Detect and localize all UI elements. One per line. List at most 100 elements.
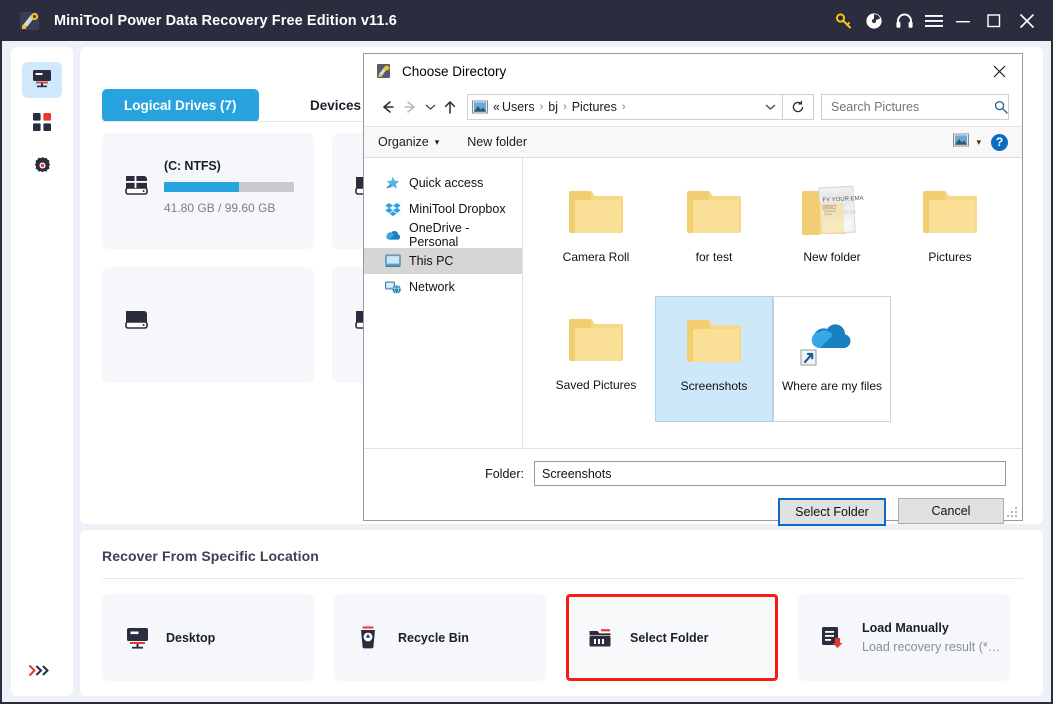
file-item-camera-roll[interactable]: Camera Roll [537,168,655,294]
nav-item-label: Network [409,280,455,294]
folder-icon [919,174,981,249]
nav-item-network[interactable]: Network [364,274,522,300]
file-list-pane: Camera Roll for test FY YOUR EMA e With … [523,158,1022,448]
help-button[interactable]: ? [991,133,1008,151]
back-arrow-icon[interactable] [377,95,399,119]
app-title: MiniTool Power Data Recovery Free Editio… [54,12,397,29]
drive-card[interactable] [102,267,314,383]
hard-drive-partition-icon [122,173,152,204]
pictures-folder-icon [472,100,488,114]
navigation-pane: Quick access MiniTool Dropbox OneDrive -… [364,158,523,448]
disc-icon[interactable] [859,0,889,41]
close-icon[interactable] [1009,0,1045,41]
location-title: Load Manually [862,621,949,635]
cancel-button[interactable]: Cancel [898,498,1004,524]
file-item-pictures[interactable]: Pictures [891,168,1009,294]
section-title: Recover From Specific Location [102,548,319,564]
breadcrumb-item-users[interactable]: Users [502,100,535,114]
file-label: New folder [803,250,861,264]
file-label: Where are my files [781,379,883,393]
view-mode-chevron-down-icon: ▾ [976,136,981,147]
nav-item-onedrive[interactable]: OneDrive - Personal [364,221,522,249]
choose-directory-icon [376,63,393,80]
forward-arrow-icon[interactable] [399,95,421,119]
drive-card[interactable]: (C: NTFS) 41.80 GB / 99.60 GB [102,133,314,249]
file-item-where-are-my-files[interactable]: Where are my files [773,296,891,422]
address-bar-chevron-down-icon[interactable] [758,103,782,111]
sidebar-item-devices[interactable] [22,62,62,98]
key-icon[interactable] [829,0,859,41]
nav-item-this-pc[interactable]: This PC [364,248,522,274]
folder-input-wrap[interactable] [534,461,1006,486]
file-item-for-test[interactable]: for test [655,168,773,294]
folder-with-preview-icon: FY YOUR EMA e With Ba [798,174,866,249]
up-arrow-icon[interactable] [439,95,461,119]
application-window: MiniTool Power Data Recovery Free Editio… [0,0,1053,704]
gear-icon [33,156,52,180]
folder-field-row: Folder: [380,461,1006,486]
nav-item-label: This PC [409,254,454,268]
dialog-toolbar: Organize ▾ New folder ▾ ? [364,126,1022,158]
minimize-icon[interactable] [949,0,979,41]
nav-item-label: OneDrive - Personal [409,221,470,249]
breadcrumb-item-pictures[interactable]: Pictures [572,100,617,114]
tab-logical-drives[interactable]: Logical Drives (7) [102,89,259,122]
svg-text:FY YOUR EMA: FY YOUR EMA [822,195,863,203]
location-card-text: Desktop [166,631,215,645]
choose-directory-dialog: Choose Directory « Users › bj › Pictures… [363,53,1023,526]
nav-item-quick-access[interactable]: Quick access [364,170,522,196]
sidebar-item-settings[interactable] [22,150,62,186]
location-cards: Desktop Recycle Bin Select Folder Load M… [102,594,1023,681]
search-box[interactable] [821,94,1009,120]
network-icon [384,279,401,296]
hamburger-menu-icon[interactable] [919,0,949,41]
breadcrumb-overflow[interactable]: « [493,100,500,114]
device-monitor-icon [31,68,53,93]
location-card-select-folder[interactable]: Select Folder [566,594,778,681]
dialog-footer: Folder: Select Folder Cancel [364,448,1022,526]
maximize-icon[interactable] [979,0,1009,41]
resize-grip[interactable] [1007,506,1019,518]
new-folder-button[interactable]: New folder [467,135,527,149]
double-chevron-right-icon [29,664,55,682]
location-card-load-manually[interactable]: Load Manually Load recovery result (*… [798,594,1010,681]
file-item-screenshots[interactable]: Screenshots [655,296,773,422]
location-card-desktop[interactable]: Desktop [102,594,314,681]
folder-icon [565,174,627,249]
file-item-new-folder[interactable]: FY YOUR EMA e With Ba New folder [773,168,891,294]
address-bar[interactable]: « Users › bj › Pictures › [467,94,783,120]
dialog-main-area: Quick access MiniTool Dropbox OneDrive -… [364,158,1022,448]
file-grid: Camera Roll for test FY YOUR EMA e With … [537,168,1022,422]
organize-button[interactable]: Organize ▾ [378,135,439,149]
nav-item-label: Quick access [409,176,484,190]
folder-label: Folder: [485,466,524,481]
headset-icon[interactable] [889,0,919,41]
location-subtitle: Load recovery result (*… [862,640,1001,654]
onedrive-shortcut-icon [798,303,866,378]
location-card-text: Recycle Bin [398,631,469,645]
file-label: Saved Pictures [555,378,637,392]
refresh-icon[interactable] [783,94,814,120]
nav-item-label: MiniTool Dropbox [409,202,506,216]
dialog-buttons: Select Folder Cancel [380,498,1006,526]
drive-info: (C: NTFS) 41.80 GB / 99.60 GB [164,159,296,215]
folder-input[interactable] [540,465,1005,482]
recover-location-panel: Recover From Specific Location Desktop R… [80,530,1043,696]
recent-locations-chevron-down-icon[interactable] [421,95,439,119]
search-input[interactable] [829,99,994,115]
breadcrumb-item-bj[interactable]: bj [548,100,558,114]
view-mode-button[interactable]: ▾ [953,133,981,152]
file-label: for test [695,250,733,264]
folder-icon [565,302,627,377]
title-bar: MiniTool Power Data Recovery Free Editio… [0,0,1053,41]
sidebar-expand-button[interactable] [11,664,73,682]
sidebar-item-modules[interactable] [22,106,62,142]
file-item-saved-pictures[interactable]: Saved Pictures [537,296,655,422]
onedrive-cloud-icon [384,227,401,244]
select-folder-button[interactable]: Select Folder [778,498,886,526]
nav-item-minitool-dropbox[interactable]: MiniTool Dropbox [364,196,522,222]
dialog-close-icon[interactable] [976,54,1022,88]
dialog-title: Choose Directory [402,63,507,79]
drive-name: (C: NTFS) [164,159,221,173]
location-card-recycle-bin[interactable]: Recycle Bin [334,594,546,681]
